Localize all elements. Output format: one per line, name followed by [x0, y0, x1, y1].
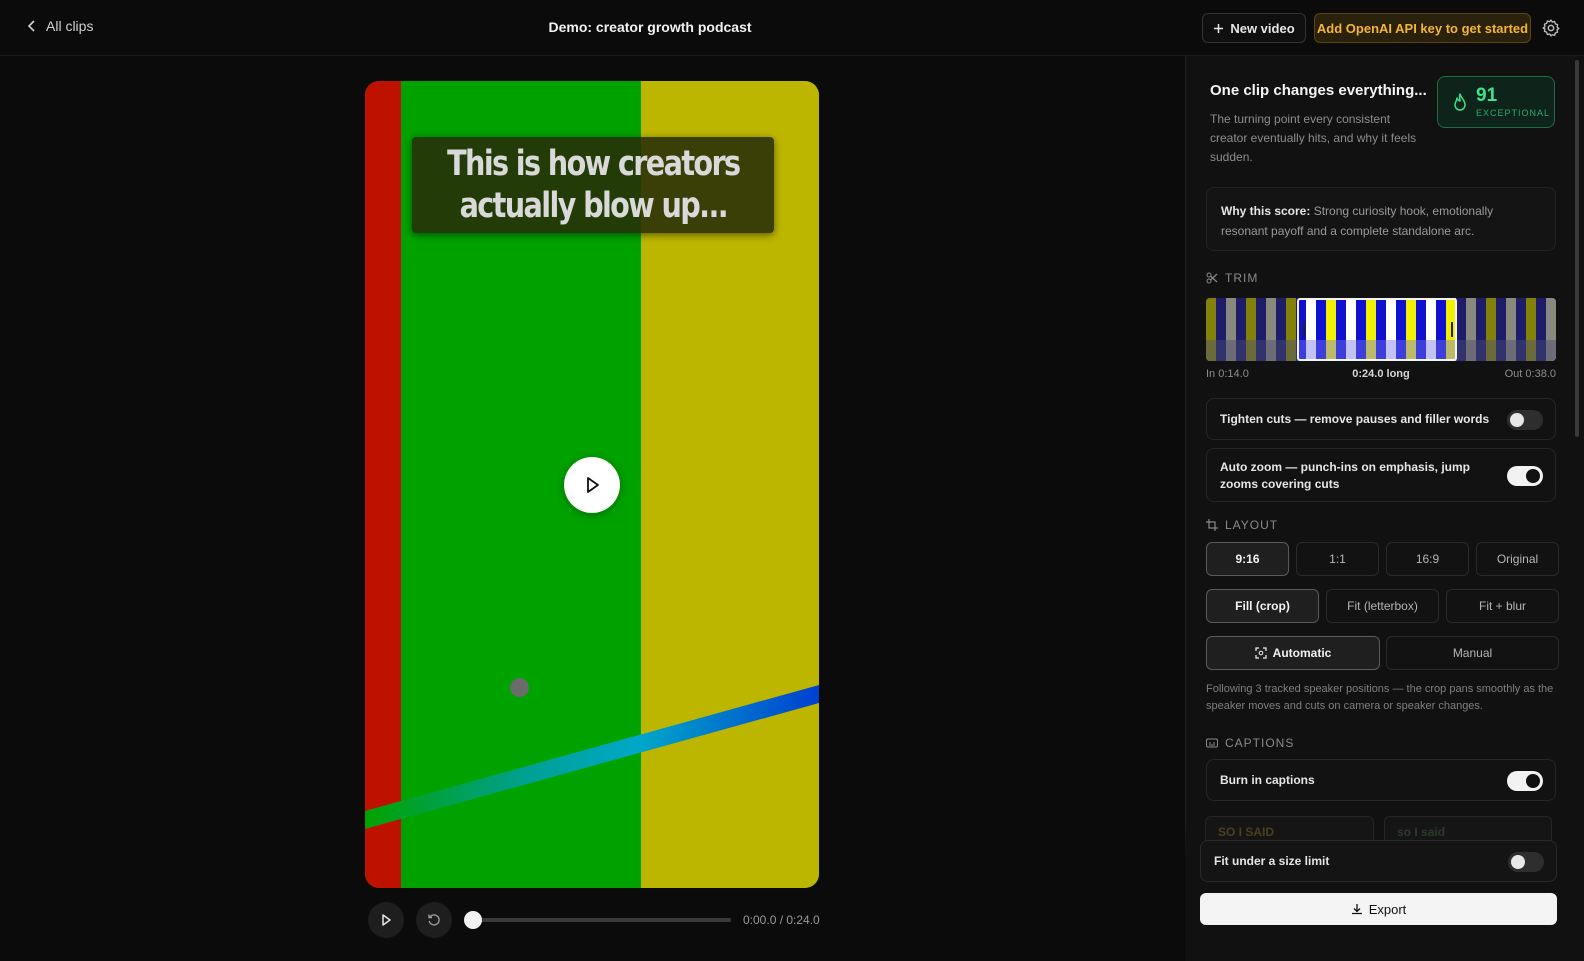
play-button[interactable] — [368, 902, 404, 938]
score-badge: 91 EXCEPTIONAL — [1437, 76, 1555, 128]
score-value: 91 — [1476, 85, 1498, 106]
rotate-ccw-icon — [428, 914, 440, 926]
ratio-original-button[interactable]: Original — [1476, 542, 1559, 576]
play-icon — [382, 914, 391, 926]
layout-heading-label: LAYOUT — [1225, 518, 1279, 532]
play-overlay-button[interactable] — [564, 457, 620, 513]
add-api-key-button[interactable]: Add OpenAI API key to get started — [1314, 13, 1531, 43]
size-limit-label: Fit under a size limit — [1214, 854, 1330, 868]
export-label: Export — [1368, 901, 1407, 917]
scrubber-handle[interactable] — [464, 911, 482, 929]
video-preview[interactable]: This is how creators actually blow up... — [365, 81, 819, 888]
new-video-label: New video — [1230, 20, 1295, 36]
automatic-mode-button[interactable]: Automatic — [1206, 636, 1380, 670]
burn-captions-toggle[interactable] — [1507, 771, 1543, 791]
panel-scrollbar[interactable] — [1575, 60, 1579, 437]
size-limit-card: Fit under a size limit — [1200, 840, 1557, 882]
burn-captions-label: Burn in captions — [1220, 773, 1315, 787]
top-bar: All clips Demo: creator growth podcast N… — [0, 0, 1584, 56]
trim-filmstrip[interactable] — [1206, 298, 1556, 361]
tighten-cuts-label: Tighten cuts — remove pauses and filler … — [1220, 412, 1490, 426]
fit-letterbox-button[interactable]: Fit (letterbox) — [1326, 589, 1439, 623]
scissors-icon — [1206, 272, 1218, 284]
fit-blur-button[interactable]: Fit + blur — [1446, 589, 1559, 623]
trim-excluded-start — [1206, 298, 1297, 361]
fill-crop-button[interactable]: Fill (crop) — [1206, 589, 1319, 623]
burn-captions-card: Burn in captions — [1206, 759, 1556, 801]
restart-button[interactable] — [416, 902, 452, 938]
download-icon — [1351, 904, 1362, 915]
gear-icon[interactable] — [1541, 18, 1561, 38]
tighten-cuts-card: Tighten cuts — remove pauses and filler … — [1206, 398, 1556, 440]
automatic-label: Automatic — [1272, 646, 1332, 660]
captions-icon — [1206, 738, 1218, 748]
clip-description: The turning point every consistent creat… — [1210, 112, 1417, 164]
plus-icon — [1214, 23, 1224, 33]
crop-icon — [1206, 519, 1218, 531]
trim-excluded-end — [1457, 298, 1556, 361]
score-label: EXCEPTIONAL — [1476, 108, 1551, 118]
layout-heading: LAYOUT — [1206, 518, 1278, 532]
trim-out: Out 0:38.0 — [1504, 368, 1556, 380]
tracking-note: Following 3 tracked speaker positions — … — [1206, 683, 1554, 712]
tracking-dot — [510, 678, 529, 697]
captions-heading: CAPTIONS — [1206, 736, 1294, 750]
trim-length: 0:24.0 long — [1352, 368, 1410, 380]
size-limit-toggle[interactable] — [1508, 852, 1544, 872]
score-explanation: Why this score: Strong curiosity hook, e… — [1206, 187, 1556, 251]
caption-style-2-preview: so I said — [1397, 825, 1446, 839]
play-icon — [587, 477, 599, 493]
trim-selection[interactable] — [1297, 298, 1457, 361]
trim-out-handle[interactable] — [1451, 322, 1453, 337]
scrubber-track[interactable] — [466, 918, 731, 922]
caption-style-1-preview: SO I SAID — [1218, 825, 1275, 839]
new-video-button[interactable]: New video — [1202, 13, 1306, 43]
focus-frame-icon — [1255, 647, 1267, 659]
caption-text: This is how creators actually blow up... — [446, 144, 741, 226]
captions-heading-label: CAPTIONS — [1225, 736, 1295, 750]
auto-zoom-card: Auto zoom — punch-ins on emphasis, jump … — [1206, 448, 1556, 502]
trim-heading-label: TRIM — [1225, 271, 1259, 285]
clip-title: One clip changes everything... — [1210, 82, 1427, 99]
tighten-cuts-toggle[interactable] — [1507, 410, 1543, 430]
manual-mode-button[interactable]: Manual — [1386, 636, 1559, 670]
time-readout: 0:00.0 / 0:24.0 — [743, 913, 820, 927]
trim-in-handle[interactable] — [1303, 322, 1305, 337]
export-button[interactable]: Export — [1200, 893, 1557, 925]
why-label: Why this score: — [1221, 204, 1311, 218]
page-title: Demo: creator growth podcast — [548, 19, 752, 35]
flame-icon — [1454, 93, 1466, 111]
trim-times: In 0:14.0 0:24.0 long Out 0:38.0 — [1206, 368, 1556, 380]
ratio-16-9-button[interactable]: 16:9 — [1386, 542, 1469, 576]
burned-caption: This is how creators actually blow up... — [412, 137, 774, 233]
ratio-1-1-button[interactable]: 1:1 — [1296, 542, 1379, 576]
trim-heading: TRIM — [1206, 271, 1258, 285]
auto-zoom-toggle[interactable] — [1507, 466, 1543, 486]
auto-zoom-label: Auto zoom — punch-ins on emphasis, jump … — [1220, 460, 1471, 491]
ratio-9-16-button[interactable]: 9:16 — [1206, 542, 1289, 576]
